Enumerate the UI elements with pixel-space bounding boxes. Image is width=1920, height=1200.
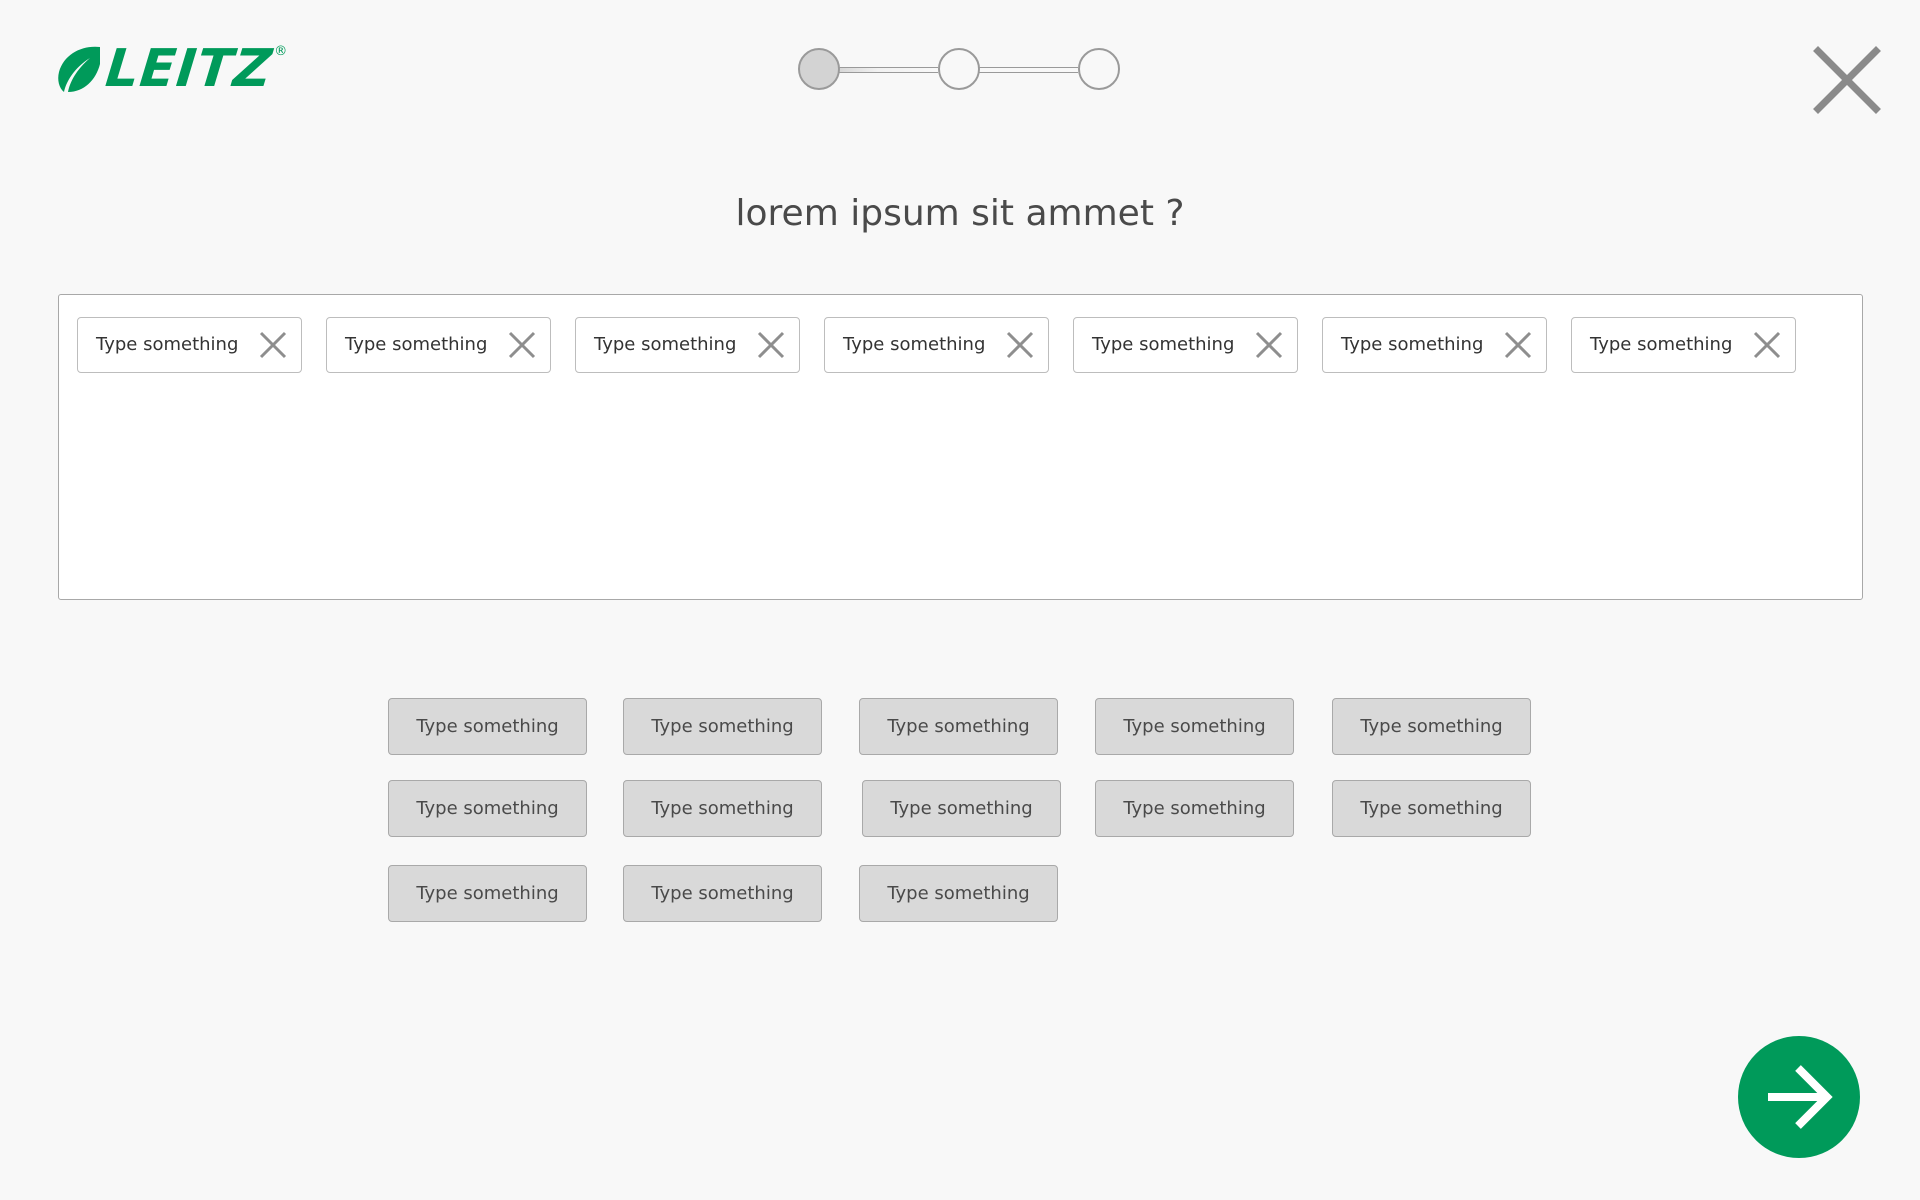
selected-tag-chip: Type something — [77, 317, 302, 373]
remove-tag-icon[interactable] — [1503, 330, 1533, 360]
tag-label: Type something — [345, 334, 488, 355]
selected-tag-chip: Type something — [575, 317, 800, 373]
tag-label: Type something — [843, 334, 986, 355]
stepper-connector — [838, 67, 938, 73]
next-button[interactable] — [1738, 1036, 1860, 1158]
tag-label: Type something — [1590, 334, 1733, 355]
option-button[interactable]: Type something — [623, 698, 822, 755]
remove-tag-icon[interactable] — [1005, 330, 1035, 360]
selected-tag-chip: Type something — [326, 317, 551, 373]
remove-tag-icon[interactable] — [1752, 330, 1782, 360]
step-indicator-2 — [938, 48, 980, 90]
arrow-right-icon — [1768, 1065, 1833, 1129]
brand-name: LEITZ — [102, 39, 276, 99]
option-button[interactable]: Type something — [1332, 780, 1531, 837]
option-button[interactable]: Type something — [623, 780, 822, 837]
option-button[interactable]: Type something — [859, 698, 1058, 755]
remove-tag-icon[interactable] — [1254, 330, 1284, 360]
tag-label: Type something — [96, 334, 239, 355]
option-button[interactable]: Type something — [1095, 780, 1294, 837]
question-title: lorem ipsum sit ammet ? — [735, 193, 1185, 234]
progress-stepper — [798, 48, 1120, 92]
selected-tags-field[interactable]: Type something Type something Type somet… — [58, 294, 1863, 600]
registered-mark: ® — [274, 44, 288, 59]
option-button[interactable]: Type something — [1095, 698, 1294, 755]
step-indicator-3 — [1078, 48, 1120, 90]
selected-tag-chip: Type something — [824, 317, 1049, 373]
tag-label: Type something — [1341, 334, 1484, 355]
tag-label: Type something — [1092, 334, 1235, 355]
close-icon — [1813, 46, 1881, 114]
step-indicator-1 — [798, 48, 840, 90]
option-button[interactable]: Type something — [623, 865, 822, 922]
close-button[interactable] — [1812, 45, 1882, 115]
selected-tag-chip: Type something — [1571, 317, 1796, 373]
option-button[interactable]: Type something — [862, 780, 1061, 837]
remove-tag-icon[interactable] — [258, 330, 288, 360]
tag-label: Type something — [594, 334, 737, 355]
stepper-connector — [978, 67, 1078, 73]
option-button[interactable]: Type something — [1332, 698, 1531, 755]
option-button[interactable]: Type something — [388, 865, 587, 922]
brand-logo: LEITZ ® — [56, 39, 288, 99]
remove-tag-icon[interactable] — [756, 330, 786, 360]
option-button[interactable]: Type something — [388, 698, 587, 755]
leaf-logo-icon — [58, 46, 100, 92]
remove-tag-icon[interactable] — [507, 330, 537, 360]
selected-tag-chip: Type something — [1073, 317, 1298, 373]
option-button[interactable]: Type something — [388, 780, 587, 837]
selected-tag-chip: Type something — [1322, 317, 1547, 373]
option-button[interactable]: Type something — [859, 865, 1058, 922]
